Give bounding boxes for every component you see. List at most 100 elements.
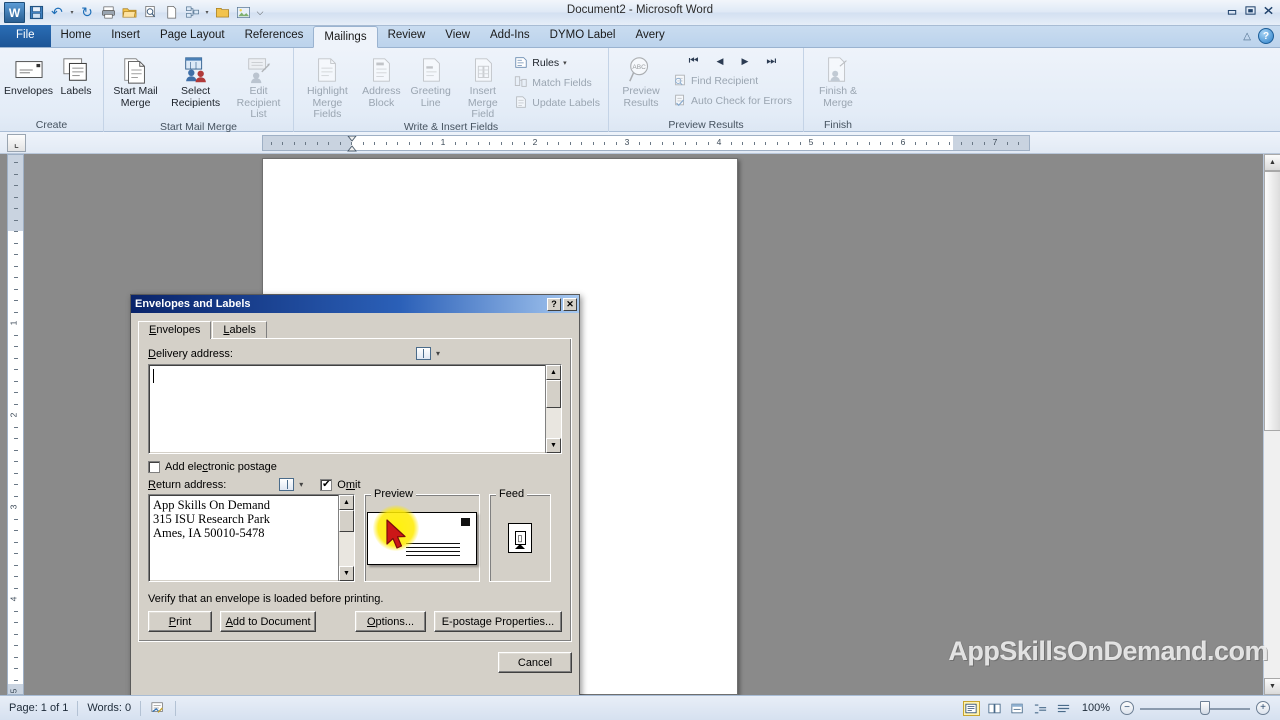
tab-add-ins[interactable]: Add-Ins xyxy=(480,25,540,47)
vertical-ruler[interactable]: 1 2 3 4 5 xyxy=(7,154,24,695)
tab-mailings[interactable]: Mailings xyxy=(313,26,378,48)
save-icon[interactable] xyxy=(26,3,46,23)
close-button[interactable] xyxy=(1261,3,1276,18)
insert-merge-field-button[interactable]: Insert Merge Field xyxy=(455,51,510,121)
print-button[interactable]: Print xyxy=(148,611,213,632)
outline-view-button[interactable] xyxy=(1032,701,1049,716)
return-address-input[interactable]: App Skills On Demand 315 ISU Research Pa… xyxy=(148,494,355,582)
return-address-scrollbar[interactable]: ▲ ▼ xyxy=(338,495,354,581)
previous-record-button[interactable]: ◀ xyxy=(717,56,724,67)
first-record-button[interactable]: ⏮ xyxy=(689,55,699,68)
redo-icon[interactable]: ↻ xyxy=(77,3,97,23)
tab-review[interactable]: Review xyxy=(378,25,436,47)
collapse-ribbon-icon[interactable]: △ xyxy=(1243,31,1251,42)
scroll-up-button[interactable]: ▲ xyxy=(1264,154,1280,171)
zoom-in-button[interactable]: + xyxy=(1256,701,1270,715)
auto-check-for-errors-button[interactable]: Auto Check for Errors xyxy=(669,91,796,111)
update-labels-button[interactable]: Update Labels xyxy=(510,93,604,113)
delivery-address-dropdown-icon[interactable]: ▾ xyxy=(436,349,440,358)
status-page[interactable]: Page: 1 of 1 xyxy=(0,696,77,720)
cancel-button[interactable]: Cancel xyxy=(498,652,572,673)
tab-file[interactable]: File xyxy=(0,25,51,47)
delivery-address-scrollbar[interactable]: ▲ ▼ xyxy=(545,365,561,453)
greeting-line-button[interactable]: Greeting Line xyxy=(406,51,455,109)
tab-avery[interactable]: Avery xyxy=(626,25,675,47)
dialog-help-button[interactable]: ? xyxy=(547,297,561,311)
finish-and-merge-button[interactable]: Finish & Merge xyxy=(809,51,867,109)
tab-view[interactable]: View xyxy=(435,25,480,47)
mail-merge-dropdown-icon[interactable]: ▾ xyxy=(203,3,211,23)
tab-home[interactable]: Home xyxy=(51,25,102,47)
new-icon[interactable] xyxy=(161,3,181,23)
last-record-button[interactable]: ⏭ xyxy=(766,55,776,68)
scroll-thumb[interactable] xyxy=(1264,171,1280,431)
horizontal-ruler[interactable]: 1 2 3 4 5 6 7 xyxy=(262,135,1030,152)
undo-icon[interactable]: ↶ xyxy=(47,3,67,23)
print-preview-icon[interactable] xyxy=(140,3,160,23)
return-scroll-down-button[interactable]: ▼ xyxy=(339,566,354,581)
tab-dymo-label[interactable]: DYMO Label xyxy=(540,25,626,47)
rules-dropdown-icon[interactable]: ▾ xyxy=(563,59,567,67)
tab-page-layout[interactable]: Page Layout xyxy=(150,25,235,47)
dialog-title-bar[interactable]: Envelopes and Labels ? ✕ xyxy=(131,295,579,313)
address-block-button[interactable]: Address Block xyxy=(357,51,406,109)
print-layout-view-button[interactable] xyxy=(962,700,980,716)
options-button[interactable]: Options... xyxy=(355,611,426,632)
return-scroll-thumb[interactable] xyxy=(339,510,354,532)
tab-insert[interactable]: Insert xyxy=(101,25,150,47)
delivery-address-input[interactable]: ▲ ▼ xyxy=(148,364,562,454)
print-icon[interactable] xyxy=(98,3,118,23)
match-fields-button[interactable]: Match Fields xyxy=(510,73,604,93)
picture-icon[interactable] xyxy=(233,3,253,23)
full-screen-reading-view-button[interactable] xyxy=(986,701,1003,716)
tab-stop-selector-button[interactable]: ⌞ xyxy=(7,134,26,152)
edit-recipient-list-button[interactable]: Edit Recipient List xyxy=(228,51,289,121)
restore-button[interactable] xyxy=(1243,3,1258,18)
delivery-scroll-thumb[interactable] xyxy=(546,380,561,408)
highlight-merge-fields-button[interactable]: Highlight Merge Fields xyxy=(298,51,357,121)
zoom-out-button[interactable]: − xyxy=(1120,701,1134,715)
address-book-icon[interactable] xyxy=(415,347,431,360)
status-words[interactable]: Words: 0 xyxy=(78,696,140,720)
mail-merge-icon[interactable] xyxy=(182,3,202,23)
start-mail-merge-button[interactable]: Start Mail Merge xyxy=(108,51,163,109)
rules-button[interactable]: Rules ▾ xyxy=(510,53,604,73)
envelopes-button[interactable]: Envelopes xyxy=(4,51,53,98)
customize-qat-icon[interactable]: ⌵ xyxy=(254,3,266,23)
dialog-close-button[interactable]: ✕ xyxy=(563,297,577,311)
find-recipient-button[interactable]: Find Recipient xyxy=(669,71,796,91)
select-recipients-button[interactable]: Select Recipients xyxy=(165,51,226,109)
next-record-button[interactable]: ▶ xyxy=(741,56,748,67)
delivery-scroll-up-button[interactable]: ▲ xyxy=(546,365,561,380)
return-address-dropdown-icon[interactable]: ▾ xyxy=(299,480,303,489)
web-layout-view-button[interactable] xyxy=(1009,701,1026,716)
word-logo-icon[interactable]: W xyxy=(4,2,25,23)
document-vertical-scrollbar[interactable]: ▲ ▼ xyxy=(1263,154,1280,695)
first-line-indent-marker[interactable] xyxy=(347,135,357,158)
add-to-document-button[interactable]: Add to Document xyxy=(220,611,317,632)
return-scroll-track[interactable] xyxy=(339,510,354,566)
preview-results-button[interactable]: ABC Preview Results xyxy=(613,51,669,109)
folder-icon[interactable] xyxy=(212,3,232,23)
scroll-down-button[interactable]: ▼ xyxy=(1264,678,1280,695)
help-icon[interactable]: ? xyxy=(1258,28,1274,44)
zoom-level-label[interactable]: 100% xyxy=(1082,702,1110,714)
return-address-book-icon[interactable] xyxy=(279,478,295,491)
minimize-button[interactable] xyxy=(1225,3,1240,18)
zoom-slider[interactable] xyxy=(1140,701,1250,715)
feed-orientation-graphic[interactable]: ▯ xyxy=(508,523,532,553)
delivery-scroll-down-button[interactable]: ▼ xyxy=(546,438,561,453)
proofing-errors-icon[interactable] xyxy=(141,696,175,720)
undo-dropdown-icon[interactable]: ▾ xyxy=(68,3,76,23)
dialog-tab-labels[interactable]: Labels xyxy=(212,321,267,339)
e-postage-properties-button[interactable]: E-postage Properties... xyxy=(433,611,562,632)
zoom-slider-thumb[interactable] xyxy=(1200,701,1210,715)
envelope-preview-graphic[interactable] xyxy=(367,511,477,565)
draft-view-button[interactable] xyxy=(1055,701,1072,716)
add-electronic-postage-row[interactable]: Add electronic postage xyxy=(148,461,562,473)
dialog-tab-envelopes[interactable]: Envelopes xyxy=(138,321,212,339)
tab-references[interactable]: References xyxy=(235,25,314,47)
labels-button[interactable]: Labels xyxy=(53,51,99,98)
open-icon[interactable] xyxy=(119,3,139,23)
return-scroll-up-button[interactable]: ▲ xyxy=(339,495,354,510)
